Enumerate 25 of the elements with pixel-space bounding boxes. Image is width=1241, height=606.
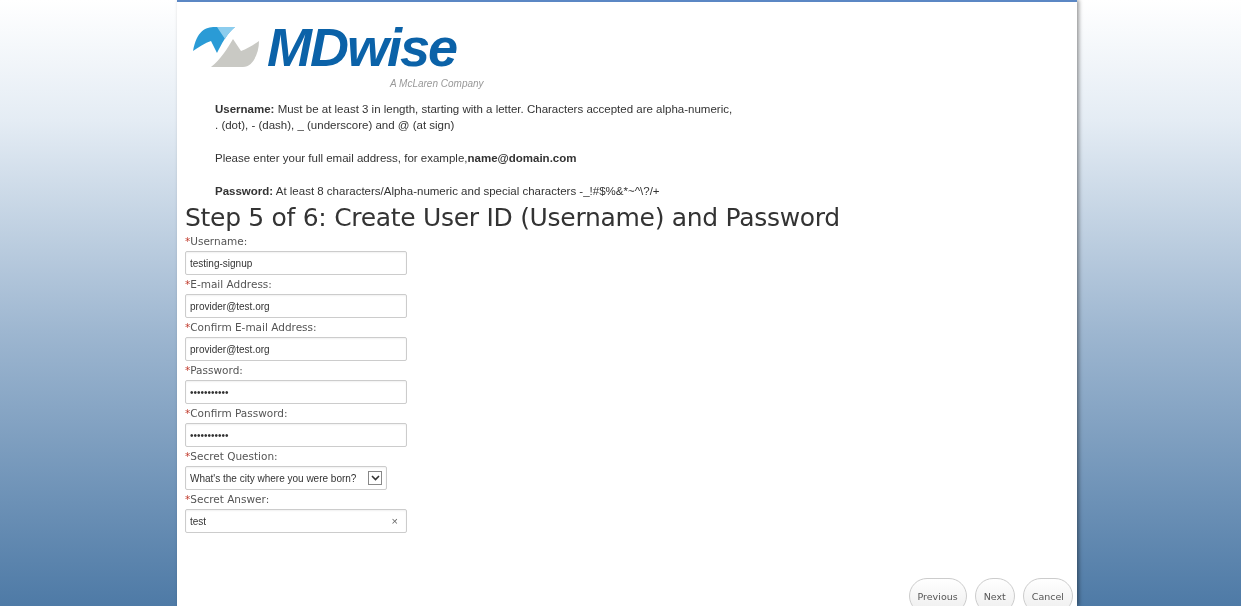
input-field[interactable]: provider@test.org: [185, 294, 407, 318]
logo-tagline: A McLaren Company: [390, 78, 485, 89]
instruction-text: Username: Must be at least 3 in length, starting with a letter. Characters accepted are alpha-numeric, . (dot), - (dash), _ (underscore) and @ (at sign): [215, 102, 734, 133]
field-label: *Confirm E-mail Address:: [185, 320, 318, 335]
dropdown-field[interactable]: What's the city where you were born?: [185, 466, 387, 490]
field-label: *Secret Answer:: [185, 492, 271, 507]
field-label: *Confirm Password:: [185, 406, 289, 421]
field-label: *E-mail Address:: [185, 277, 273, 292]
field-label: *Password:: [185, 363, 244, 378]
clear-button[interactable]: ×: [391, 515, 402, 527]
input-field[interactable]: •••••••••••: [185, 423, 407, 447]
nav-button[interactable]: Previous: [908, 578, 967, 606]
instruction-text: Password: At least 8 characters/Alpha-numeric and special characters -_!#$%&*~^\?/+: [215, 184, 661, 199]
caret-icon: [368, 471, 382, 485]
field-label: *Secret Question:: [185, 449, 279, 464]
input-field[interactable]: test ×: [185, 509, 407, 533]
input-field[interactable]: testing-signup: [185, 251, 407, 275]
brand-logo-text: MDwise: [267, 20, 457, 74]
step-title: Step 5 of 6: Create User ID (Username) and Password: [185, 203, 841, 232]
nav-button[interactable]: Next: [974, 578, 1015, 606]
instruction-text: Please enter your full email address, for example,name@domain.com: [215, 151, 578, 166]
field-label: *Username:: [185, 234, 249, 249]
input-field[interactable]: •••••••••••: [185, 380, 407, 404]
input-field[interactable]: provider@test.org: [185, 337, 407, 361]
nav-button[interactable]: Cancel: [1022, 578, 1073, 606]
